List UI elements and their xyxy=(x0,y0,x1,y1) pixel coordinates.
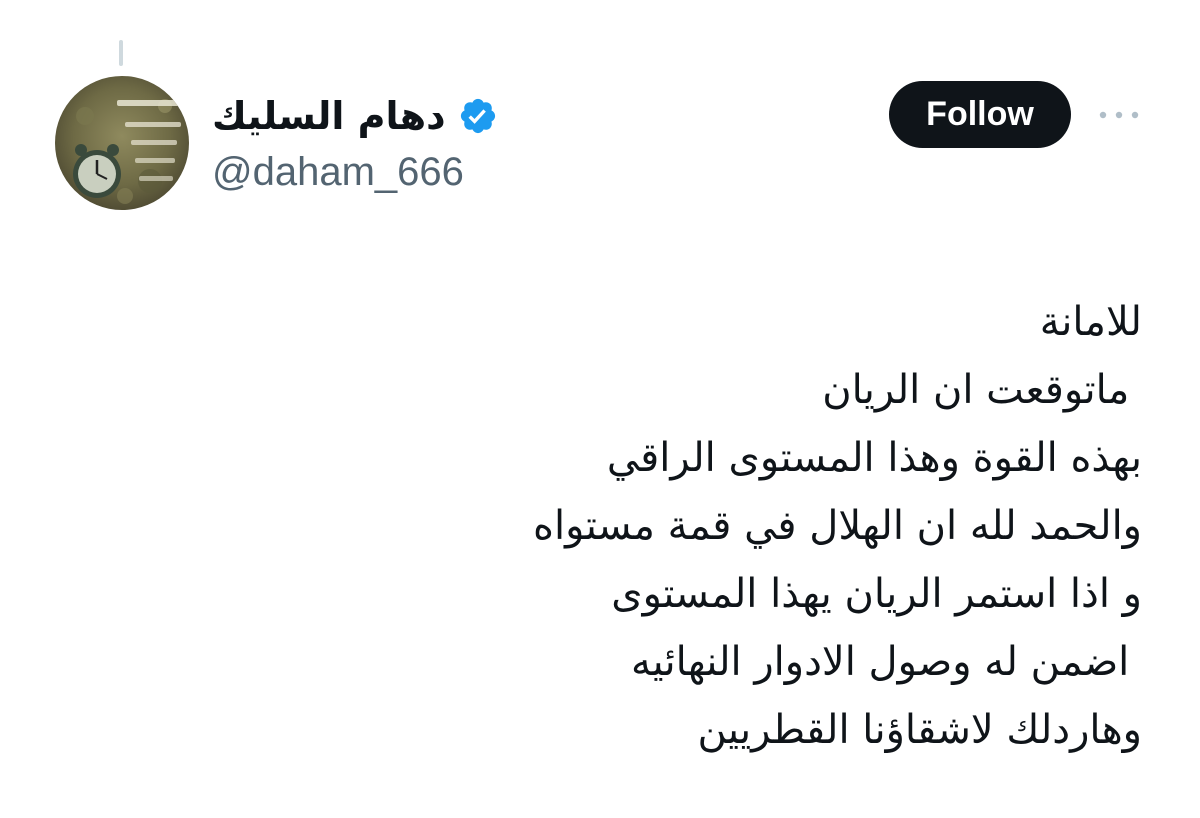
tweet-line: للامانة xyxy=(1039,299,1142,345)
more-options-icon[interactable] xyxy=(1096,100,1142,130)
tweet-line: وهاردلك لاشقاؤنا القطريين xyxy=(697,707,1142,753)
thread-connector-line xyxy=(119,40,123,66)
user-info: دهام السليك @daham_666 xyxy=(212,82,732,202)
tweet-line: ماتوقعت ان الريان xyxy=(822,367,1142,413)
tweet-line: والحمد لله ان الهلال في قمة مستواه xyxy=(533,503,1142,549)
verified-badge-icon xyxy=(458,96,498,136)
tweet-card: دهام السليك @daham_666 Follow للامانة ما… xyxy=(0,0,1200,818)
follow-button[interactable]: Follow xyxy=(889,81,1071,148)
user-handle[interactable]: @daham_666 xyxy=(212,148,464,196)
tweet-text: للامانة ماتوقعت ان الريان بهذه القوة وهذ… xyxy=(242,288,1142,764)
name-row: دهام السليك xyxy=(212,88,498,144)
tweet-line: اضمن له وصول الادوار النهائيه xyxy=(631,639,1142,685)
tweet-line: بهذه القوة وهذا المستوى الراقي xyxy=(606,435,1142,481)
clock-avatar-image xyxy=(55,76,189,210)
avatar[interactable] xyxy=(55,76,189,210)
tweet-line: و اذا استمر الريان يهذا المستوى xyxy=(611,571,1142,617)
display-name[interactable]: دهام السليك xyxy=(212,88,446,144)
